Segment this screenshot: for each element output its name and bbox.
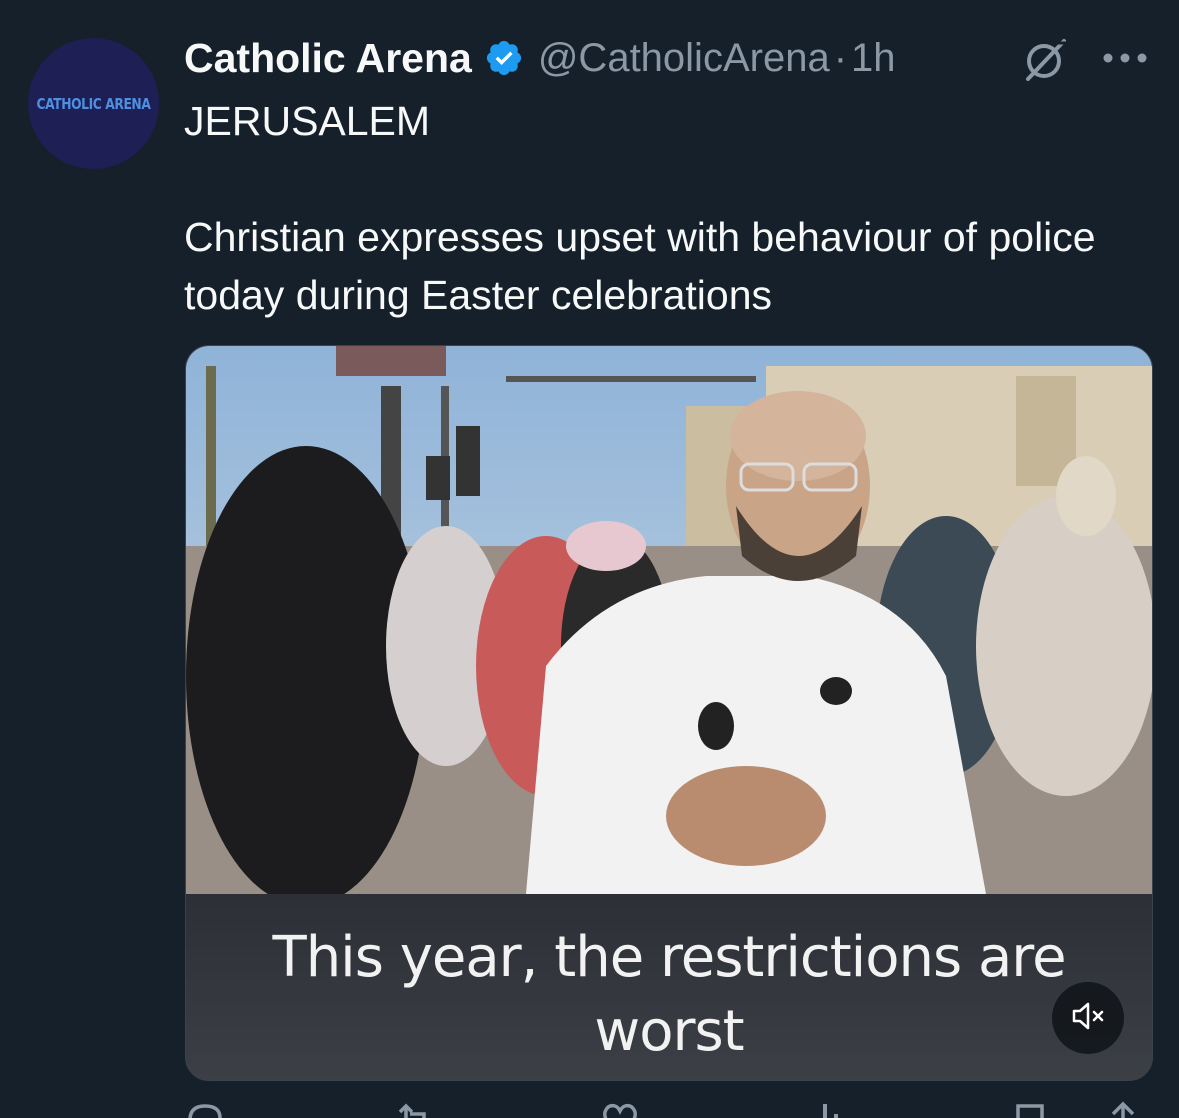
subtitle-line-2: worst [594,999,744,1064]
more-options-icon[interactable] [1100,40,1150,76]
reply-icon[interactable] [184,1100,226,1118]
tweet-text: JERUSALEM Christian expresses upset with… [184,92,1144,324]
video-subtitle: This year, the restrictions are worst [186,921,1152,1069]
bookmark-icon[interactable] [1009,1100,1051,1118]
unmute-button[interactable] [1052,982,1124,1054]
video-frame [186,346,1152,894]
separator-dot: · [833,35,848,80]
video-player[interactable]: This year, the restrictions are worst [185,345,1153,1081]
tweet-text-body: Christian expresses upset with behaviour… [184,214,1096,318]
tweet-header: Catholic Arena @CatholicArena · 1h [184,30,896,86]
author-handle[interactable]: @CatholicArena [538,36,830,81]
volume-muted-icon [1068,996,1108,1041]
tweet[interactable]: CATHOLIC ARENA Catholic Arena @CatholicA… [0,0,1179,1118]
avatar[interactable]: CATHOLIC ARENA [28,38,159,169]
tweet-actions [184,1100,1144,1118]
tweet-text-line-location: JERUSALEM [184,98,431,144]
avatar-logo-text: CATHOLIC ARENA [36,94,151,113]
author-display-name[interactable]: Catholic Arena [184,35,472,82]
share-icon[interactable] [1102,1100,1144,1118]
like-icon[interactable] [599,1100,641,1118]
retweet-icon[interactable] [394,1100,436,1118]
subtitle-line-1: This year, the restrictions are [272,925,1066,990]
tweet-timestamp[interactable]: 1h [851,36,896,81]
views-icon[interactable] [804,1100,846,1118]
verified-badge-icon[interactable] [484,38,524,78]
grok-icon[interactable] [1020,35,1070,85]
